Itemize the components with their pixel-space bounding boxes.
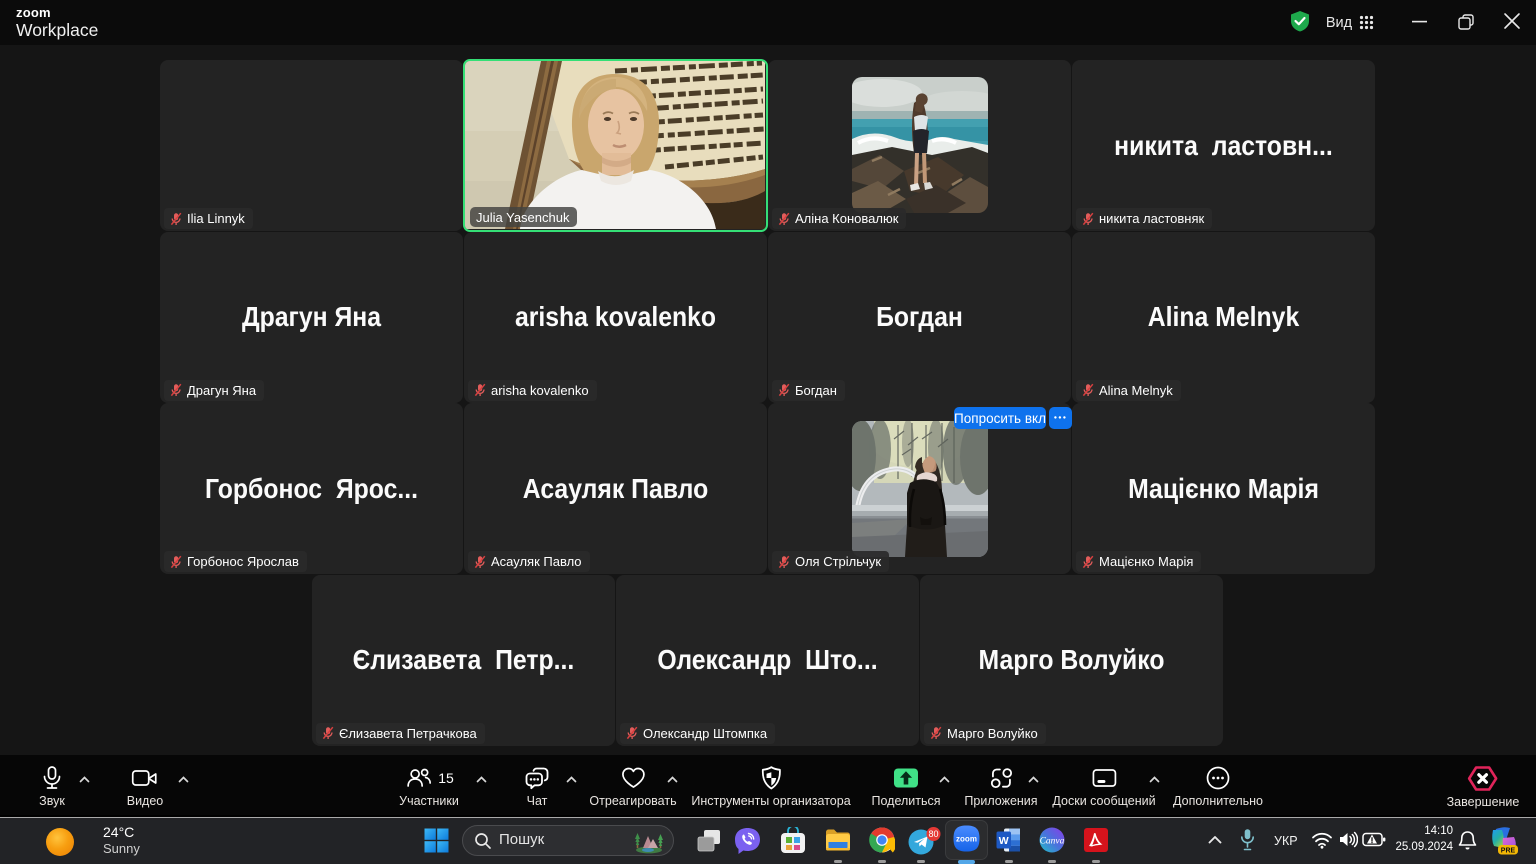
svg-text:PRE: PRE (1501, 847, 1516, 854)
svg-text:W: W (999, 835, 1009, 847)
svg-text:80: 80 (928, 829, 938, 839)
svg-text:zoom: zoom (956, 835, 977, 844)
svg-text:Canva: Canva (1040, 837, 1065, 847)
